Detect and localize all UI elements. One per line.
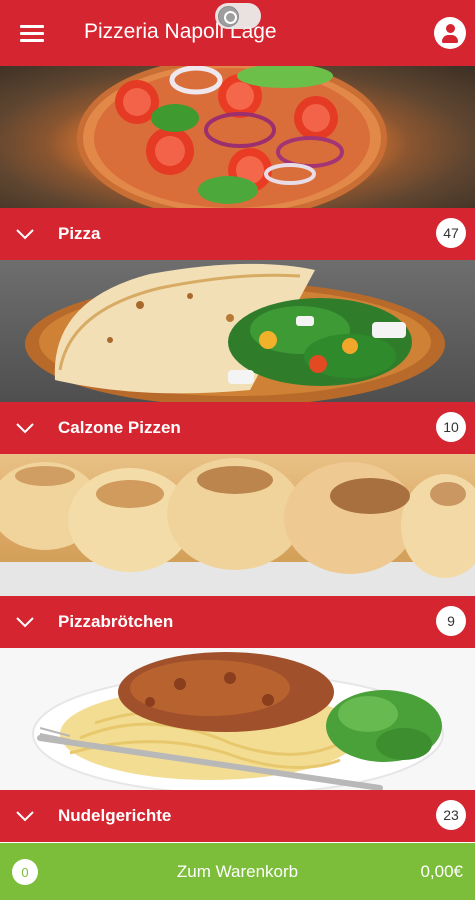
calzone-photo[interactable]: [0, 260, 475, 402]
category-bar-calzone[interactable]: Calzone Pizzen 10: [0, 402, 475, 454]
category-nudelgerichte[interactable]: Nudelgerichte 23: [0, 648, 475, 842]
category-bar-pizza[interactable]: Pizza 47: [0, 208, 475, 260]
category-count-badge: 10: [436, 412, 466, 442]
spaghetti-bolognese-photo[interactable]: [0, 648, 475, 790]
hamburger-menu-icon[interactable]: [20, 22, 46, 44]
user-icon[interactable]: [434, 17, 466, 49]
category-label: Pizza: [58, 224, 101, 243]
chevron-down-icon: [16, 811, 34, 822]
category-calzone[interactable]: Calzone Pizzen 10: [0, 260, 475, 454]
chevron-down-icon: [16, 229, 34, 240]
category-label: Pizzabrötchen: [58, 612, 174, 631]
category-bar-nudelgerichte[interactable]: Nudelgerichte 23: [0, 790, 475, 842]
whatsapp-icon[interactable]: [218, 6, 239, 27]
cart-button[interactable]: 0 Zum Warenkorb 0,00€: [0, 843, 475, 900]
chevron-down-icon: [16, 617, 34, 628]
pizza-rolls-photo[interactable]: [0, 454, 475, 596]
category-count-badge: 23: [436, 800, 466, 830]
cart-total: 0,00€: [420, 862, 463, 881]
category-label: Nudelgerichte: [58, 806, 172, 825]
category-label: Calzone Pizzen: [58, 418, 181, 437]
chevron-down-icon: [16, 423, 34, 434]
pizza-photo[interactable]: [0, 66, 475, 208]
category-count-badge: 47: [436, 218, 466, 248]
category-bar-pizzabroetchen[interactable]: Pizzabrötchen 9: [0, 596, 475, 648]
category-count-badge: 9: [436, 606, 466, 636]
category-pizza[interactable]: Pizza 47: [0, 66, 475, 260]
cart-label: Zum Warenkorb: [176, 862, 299, 881]
category-pizzabroetchen[interactable]: Pizzabrötchen 9: [0, 454, 475, 648]
